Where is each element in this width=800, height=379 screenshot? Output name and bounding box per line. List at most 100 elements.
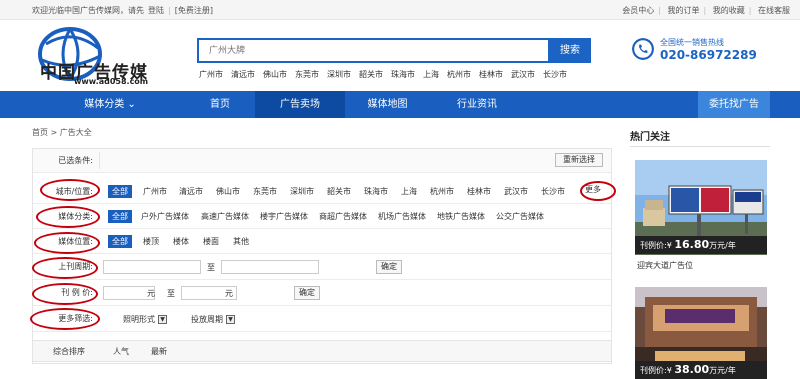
media-type-option[interactable]: 商超广告媒体 (319, 210, 367, 223)
media-type-option[interactable]: 高速广告媒体 (201, 210, 249, 223)
nav-industry-news[interactable]: 行业资讯 (432, 91, 522, 118)
city-link[interactable]: 上海 (423, 70, 439, 79)
city-filter-label: 城市/位置: (55, 186, 93, 196)
price-unit-text: 元 (147, 289, 155, 298)
select-label: 照明形式 (123, 315, 155, 324)
city-option[interactable]: 珠海市 (364, 185, 388, 198)
hot-ad-card[interactable]: 刊例价:¥ 16.80万元/年 迎宾大道广告位 (635, 160, 767, 275)
breadcrumb: 首页 > 广告大全 (32, 127, 92, 138)
my-orders-link[interactable]: 我的订单 (668, 6, 700, 15)
divider (99, 152, 100, 169)
city-option[interactable]: 桂林市 (467, 185, 491, 198)
sort-default[interactable]: 综合排序 (53, 346, 85, 357)
nav-media-map[interactable]: 媒体地图 (345, 91, 430, 118)
media-position-option[interactable]: 楼面 (203, 235, 219, 248)
city-link[interactable]: 韶关市 (359, 70, 383, 79)
search-button[interactable]: 搜索 (549, 38, 591, 63)
more-filters-row: 更多筛选: 照明形式 ▼ 投放周期 ▼ (33, 306, 611, 332)
card-title[interactable]: 迎宾大道广告位 (637, 260, 693, 271)
city-link[interactable]: 杭州市 (447, 70, 471, 79)
city-option[interactable]: 清远市 (179, 185, 203, 198)
selected-conditions-row: 已选条件: 重新选择 (33, 149, 611, 173)
divider: | (168, 6, 171, 15)
media-type-option[interactable]: 机场广告媒体 (378, 210, 426, 223)
city-option[interactable]: 韶关市 (327, 185, 351, 198)
price-filter-row: 刊 例 价: 元 至 元 确定 (33, 280, 611, 306)
city-option[interactable]: 杭州市 (430, 185, 454, 198)
breadcrumb-current: 广告大全 (59, 128, 92, 137)
city-option[interactable]: 东莞市 (253, 185, 277, 198)
nav-ad-market[interactable]: 广告卖场 (255, 91, 345, 118)
hot-ad-card[interactable]: 刊例价:¥ 38.00万元/年 (635, 287, 767, 379)
media-type-option[interactable]: 户外广告媒体 (141, 210, 189, 223)
nav-media-category[interactable]: 媒体分类 ⌄ (60, 91, 160, 118)
period-start-input[interactable] (103, 260, 201, 274)
price-label: 刊 例 价: (61, 288, 93, 297)
price-unit-text: 元 (225, 289, 233, 298)
online-service-link[interactable]: 在线客服 (758, 6, 790, 15)
price-value: 16.80 (674, 238, 710, 251)
welcome-area: 欢迎光临中国广告传媒网，请先 登陆 | [免费注册] (32, 5, 217, 16)
lighting-select[interactable]: 照明形式 ▼ (123, 313, 167, 326)
media-type-option[interactable]: 楼宇广告媒体 (260, 210, 308, 223)
member-center-link[interactable]: 会员中心 (622, 6, 654, 15)
divider: | (658, 6, 661, 15)
media-position-label: 媒体位置: (58, 236, 93, 246)
reset-button[interactable]: 重新选择 (555, 153, 603, 167)
sort-newest[interactable]: 最新 (151, 346, 167, 357)
city-link[interactable]: 广州市 (199, 70, 223, 79)
filter-panel: 已选条件: 重新选择 城市/位置: 全部 广州市 清远市 佛山市 东莞市 深圳市… (32, 148, 612, 364)
register-link[interactable]: [免费注册] (175, 6, 213, 15)
city-link[interactable]: 桂林市 (479, 70, 503, 79)
city-all-option[interactable]: 全部 (108, 185, 132, 198)
card-price: 刊例价:¥ 38.00万元/年 (635, 361, 767, 379)
price-confirm-button[interactable]: 确定 (294, 286, 320, 300)
media-type-option[interactable]: 地铁广告媒体 (437, 210, 485, 223)
city-link[interactable]: 长沙市 (543, 70, 567, 79)
more-cities-button[interactable]: 更多 (579, 183, 607, 199)
breadcrumb-home[interactable]: 首页 (32, 128, 48, 137)
media-type-option[interactable]: 公交广告媒体 (496, 210, 544, 223)
city-option[interactable]: 佛山市 (216, 185, 240, 198)
city-link[interactable]: 深圳市 (327, 70, 351, 79)
logo-url: www.ad058.com (74, 77, 149, 86)
divider (630, 146, 770, 147)
delivery-period-select[interactable]: 投放周期 ▼ (191, 313, 235, 326)
city-option[interactable]: 上海 (401, 185, 417, 198)
login-link[interactable]: 登陆 (148, 6, 164, 15)
media-type-all-option[interactable]: 全部 (108, 210, 132, 223)
favorites-link[interactable]: 我的收藏 (713, 6, 745, 15)
media-position-option[interactable]: 楼顶 (143, 235, 159, 248)
media-position-option[interactable]: 楼体 (173, 235, 189, 248)
city-option[interactable]: 深圳市 (290, 185, 314, 198)
divider: | (703, 6, 707, 15)
commission-ad-button[interactable]: 委托找广告 (698, 91, 770, 118)
city-link[interactable]: 武汉市 (511, 70, 535, 79)
period-filter-row: 上刊周期: 至 确定 (33, 254, 611, 280)
nav-home[interactable]: 首页 (180, 91, 260, 118)
sort-popularity[interactable]: 人气 (113, 346, 129, 357)
city-link[interactable]: 佛山市 (263, 70, 287, 79)
top-links: 会员中心 | 我的订单 | 我的收藏 | 在线客服 (618, 5, 790, 16)
city-link[interactable]: 珠海市 (391, 70, 415, 79)
media-type-label: 媒体分类: (58, 211, 93, 221)
hotline-title: 全国统一销售热线 (660, 38, 724, 47)
city-link[interactable]: 清远市 (231, 70, 255, 79)
chevron-down-icon: ▼ (226, 315, 235, 324)
search-input[interactable] (199, 40, 548, 61)
top-bar: 欢迎光临中国广告传媒网，请先 登陆 | [免费注册] 会员中心 | 我的订单 | 我的收藏… (0, 0, 800, 20)
period-end-input[interactable] (221, 260, 319, 274)
media-position-option[interactable]: 其他 (233, 235, 249, 248)
city-option[interactable]: 武汉市 (504, 185, 528, 198)
city-link[interactable]: 东莞市 (295, 70, 319, 79)
city-option[interactable]: 长沙市 (541, 185, 565, 198)
card-price: 刊例价:¥ 16.80万元/年 (635, 236, 767, 254)
welcome-text: 欢迎光临中国广告传媒网，请先 (32, 6, 144, 15)
period-confirm-button[interactable]: 确定 (376, 260, 402, 274)
sort-bar: 综合排序 人气 最新 (32, 340, 612, 362)
period-to-text: 至 (207, 263, 215, 272)
media-position-all-option[interactable]: 全部 (108, 235, 132, 248)
city-option[interactable]: 广州市 (143, 185, 167, 198)
period-label: 上刊周期: (58, 262, 93, 271)
price-unit: 万元/年 (709, 241, 736, 250)
